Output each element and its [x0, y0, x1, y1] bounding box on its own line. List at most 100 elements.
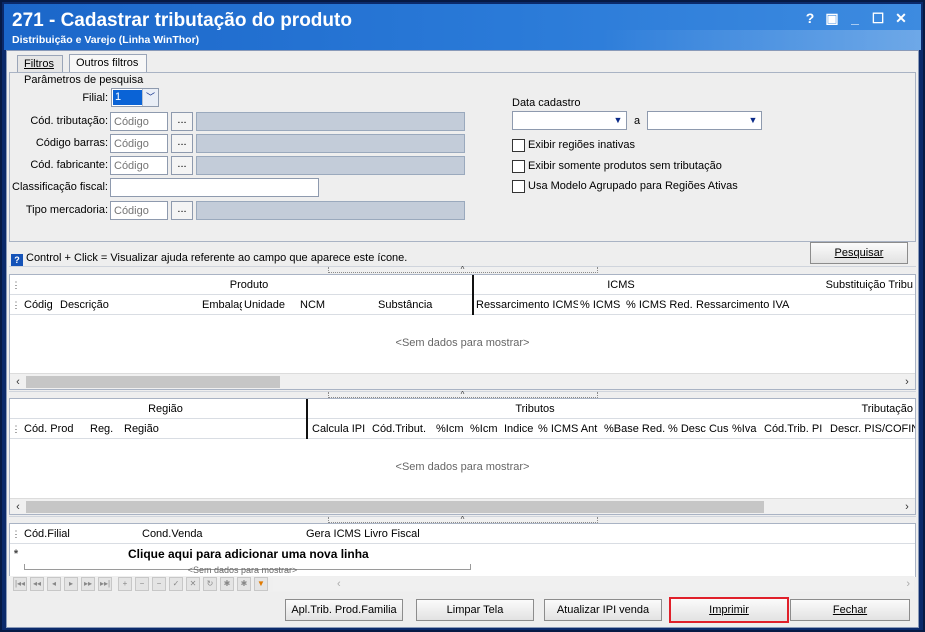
pesquisar-button[interactable]: Pesquisar: [810, 242, 908, 264]
fechar-label: Fechar: [832, 604, 868, 616]
scroll-right-icon[interactable]: ›: [906, 577, 910, 591]
nav-filter-icon[interactable]: ▼: [254, 577, 268, 591]
nav-delete-icon[interactable]: −: [135, 577, 149, 591]
col-pct-icms-red[interactable]: % ICMS Red.: [624, 295, 694, 315]
col-regiao[interactable]: Região: [122, 419, 308, 439]
col-pct-iva[interactable]: %Iva: [730, 419, 762, 439]
nav-refresh-icon[interactable]: ↻: [203, 577, 217, 591]
chevron-down-icon[interactable]: ﹀: [142, 89, 158, 106]
navigator-hscrollbar[interactable]: ‹ ›: [273, 577, 914, 591]
scroll-thumb[interactable]: [26, 376, 280, 388]
col-embalagem[interactable]: Embalag: [200, 295, 242, 315]
col-substancia[interactable]: Substância: [376, 295, 474, 315]
modelo-agrupado-checkbox[interactable]: [512, 180, 525, 193]
restore-button[interactable]: ▣: [823, 10, 841, 26]
splitter-bottom[interactable]: ^: [9, 516, 916, 524]
products-hscrollbar[interactable]: ‹ ›: [10, 373, 915, 389]
nav-bookmark-icon[interactable]: ✱: [220, 577, 234, 591]
nav-next-icon[interactable]: ▸: [64, 577, 78, 591]
col-indice[interactable]: Indice: [502, 419, 536, 439]
fechar-button[interactable]: Fechar: [790, 599, 910, 621]
band-produto: Produto: [229, 279, 269, 291]
splitter-handle[interactable]: ^: [327, 266, 598, 274]
cod-tributacao-lookup-button[interactable]: ...: [171, 112, 193, 131]
col-cod-tribut[interactable]: Cód.Tribut.: [370, 419, 434, 439]
regions-hscrollbar[interactable]: ‹ ›: [10, 498, 915, 514]
col-codigo[interactable]: Códig: [22, 295, 58, 315]
scroll-right-icon[interactable]: ›: [899, 374, 915, 390]
cod-tributacao-input[interactable]: [110, 112, 168, 131]
tipo-mercadoria-lookup-button[interactable]: ...: [171, 201, 193, 220]
nav-last-icon[interactable]: ▸▸|: [98, 577, 112, 591]
cod-fabricante-input[interactable]: [110, 156, 168, 175]
col-unidade[interactable]: Unidade: [242, 295, 298, 315]
date-dropdown-icon[interactable]: ▼: [610, 112, 626, 129]
scroll-left-icon[interactable]: ‹: [10, 374, 26, 390]
produtos-sem-tributacao-checkbox[interactable]: [512, 160, 525, 173]
col-ncm[interactable]: NCM: [298, 295, 376, 315]
cod-fabricante-lookup-button[interactable]: ...: [171, 156, 193, 175]
col-pct-icm-1[interactable]: %Icm: [434, 419, 468, 439]
help-button[interactable]: ?: [801, 10, 819, 26]
col-cond-venda[interactable]: Cond.Venda: [140, 524, 304, 544]
nav-goto-bookmark-icon[interactable]: ✱: [237, 577, 251, 591]
nav-insert-icon[interactable]: +: [118, 577, 132, 591]
tipo-mercadoria-input[interactable]: [110, 201, 168, 220]
col-descr-pis-cofins[interactable]: Descr. PIS/COFIN: [828, 419, 915, 439]
products-band-row: ⋮ Produto ICMS Substituição Tribu: [10, 275, 915, 295]
exibir-regioes-inativas-checkbox[interactable]: [512, 139, 525, 152]
column-chooser-icon[interactable]: ⋮: [10, 524, 22, 544]
col-ressarcimento-iva[interactable]: Ressarcimento IVA: [694, 295, 814, 315]
minimize-button[interactable]: _: [846, 10, 864, 26]
col-pct-icm-2[interactable]: %Icm: [468, 419, 502, 439]
data-final-picker[interactable]: ▼: [647, 111, 762, 130]
maximize-button[interactable]: ☐: [869, 10, 887, 26]
column-chooser-icon[interactable]: ⋮: [10, 275, 22, 295]
nav-cancel-icon[interactable]: ✕: [186, 577, 200, 591]
scroll-left-icon[interactable]: ‹: [337, 577, 341, 591]
col-ressarcimento-icms[interactable]: Ressarcimento ICMS: [474, 295, 578, 315]
tab-filtros[interactable]: Filtros: [17, 55, 63, 73]
col-pct-icms-ant[interactable]: % ICMS Ant: [536, 419, 602, 439]
new-row[interactable]: * Clique aqui para adicionar uma nova li…: [10, 544, 915, 564]
pesquisar-label: Pesquisar: [834, 247, 884, 259]
column-chooser-icon[interactable]: ⋮: [10, 295, 22, 315]
col-gera-icms-livro[interactable]: Gera ICMS Livro Fiscal: [304, 524, 504, 544]
col-reg[interactable]: Reg.: [88, 419, 122, 439]
col-descricao[interactable]: Descrição: [58, 295, 200, 315]
col-cod-prod[interactable]: Cód. Prod: [22, 419, 88, 439]
nav-next-page-icon[interactable]: ▸▸: [81, 577, 95, 591]
date-dropdown-icon[interactable]: ▼: [745, 112, 761, 129]
scroll-right-icon[interactable]: ›: [899, 499, 915, 515]
imprimir-button[interactable]: Imprimir: [669, 597, 789, 623]
col-pct-base-red[interactable]: %Base Red.: [602, 419, 666, 439]
scroll-thumb[interactable]: [26, 501, 764, 513]
tab-outros-filtros[interactable]: Outros filtros: [69, 54, 147, 74]
column-chooser-icon[interactable]: ⋮: [10, 419, 22, 439]
col-cod-filial[interactable]: Cód.Filial: [22, 524, 140, 544]
data-inicial-picker[interactable]: ▼: [512, 111, 627, 130]
grid-navigator: |◂◂ ◂◂ ◂ ▸ ▸▸ ▸▸| + − − ✓ ✕ ↻ ✱ ✱ ▼ ‹ ›: [9, 576, 914, 592]
col-pct-icms[interactable]: % ICMS: [578, 295, 624, 315]
apl-trib-prod-familia-button[interactable]: Apl.Trib. Prod.Familia: [285, 599, 403, 621]
nav-edit-icon[interactable]: −: [152, 577, 166, 591]
codigo-barras-lookup-button[interactable]: ...: [171, 134, 193, 153]
splitter-top[interactable]: ^: [9, 266, 916, 274]
classificacao-fiscal-input[interactable]: [110, 178, 319, 197]
close-button[interactable]: ✕: [892, 10, 910, 26]
codigo-barras-input[interactable]: [110, 134, 168, 153]
filial-select[interactable]: 1 ﹀: [111, 88, 159, 107]
nav-first-icon[interactable]: |◂◂: [13, 577, 27, 591]
products-grid: ⋮ Produto ICMS Substituição Tribu ⋮ Códi…: [9, 274, 916, 390]
nav-prev-icon[interactable]: ◂: [47, 577, 61, 591]
nav-post-icon[interactable]: ✓: [169, 577, 183, 591]
scroll-left-icon[interactable]: ‹: [10, 499, 26, 515]
col-cod-trib-pi[interactable]: Cód.Trib. PI: [762, 419, 828, 439]
col-pct-desc-cus[interactable]: % Desc Cus: [666, 419, 730, 439]
col-calcula-ipi[interactable]: Calcula IPI: [310, 419, 370, 439]
new-row-text[interactable]: Clique aqui para adicionar uma nova linh…: [126, 544, 386, 564]
splitter-middle[interactable]: ^: [9, 391, 916, 399]
nav-prev-page-icon[interactable]: ◂◂: [30, 577, 44, 591]
limpar-tela-button[interactable]: Limpar Tela: [416, 599, 534, 621]
atualizar-ipi-venda-button[interactable]: Atualizar IPI venda: [544, 599, 662, 621]
